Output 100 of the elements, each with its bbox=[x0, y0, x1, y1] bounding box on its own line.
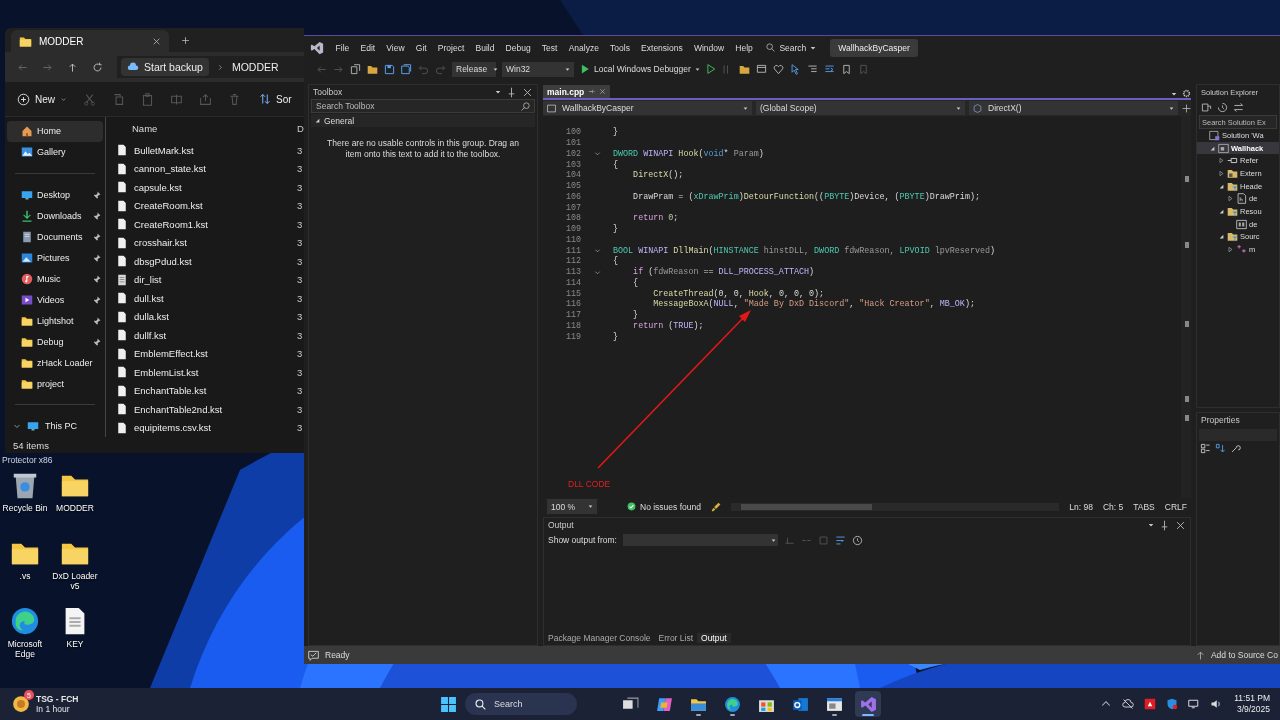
desktop-icon[interactable]: MODDER bbox=[50, 470, 100, 538]
backup-button[interactable]: Start backup bbox=[121, 58, 209, 76]
search-field[interactable]: Search Toolbox bbox=[311, 99, 535, 113]
panel-tab[interactable]: Output bbox=[697, 633, 731, 643]
menu-item[interactable]: File bbox=[330, 39, 355, 56]
file-name[interactable]: capsule.kst bbox=[134, 181, 291, 193]
brush-icon[interactable] bbox=[710, 501, 721, 512]
sun-icon[interactable] bbox=[12, 695, 30, 713]
platform-dropdown[interactable]: Win32 bbox=[502, 61, 574, 77]
configuration-dropdown[interactable]: Release bbox=[452, 61, 496, 77]
scope-dropdown[interactable]: DirectX() bbox=[969, 101, 1178, 115]
horizontal-scrollbar[interactable] bbox=[730, 502, 1060, 511]
indent-indicator[interactable]: TABS bbox=[1133, 501, 1155, 512]
column-indicator[interactable]: Ch: 5 bbox=[1102, 501, 1124, 512]
taskbar-app[interactable] bbox=[855, 691, 881, 717]
clock-icon[interactable] bbox=[852, 534, 863, 546]
wrench-icon[interactable] bbox=[1230, 443, 1241, 454]
menu-item[interactable]: Window bbox=[688, 39, 730, 56]
sidebar-item[interactable]: Lightshot bbox=[7, 310, 103, 332]
menu-item[interactable]: Help bbox=[729, 39, 759, 56]
bookmark-icon[interactable] bbox=[840, 63, 852, 75]
sidebar-item[interactable]: project bbox=[7, 373, 103, 395]
close-icon[interactable] bbox=[522, 86, 533, 98]
fold-icon[interactable] bbox=[593, 150, 601, 158]
file-name[interactable]: dullf.kst bbox=[134, 329, 291, 341]
shield-icon[interactable] bbox=[1166, 698, 1178, 710]
refresh-icon[interactable] bbox=[92, 61, 103, 73]
file-name[interactable]: crosshair.kst bbox=[134, 237, 291, 249]
expanded-icon[interactable] bbox=[1218, 234, 1224, 240]
scope-dropdown[interactable]: WallhackByCasper bbox=[543, 101, 752, 115]
file-name[interactable]: BulletMark.kst bbox=[134, 144, 291, 156]
menu-item[interactable]: Git bbox=[410, 39, 433, 56]
sort-button[interactable]: Sor bbox=[259, 93, 292, 105]
caret-icon[interactable] bbox=[1148, 522, 1154, 528]
network-icon[interactable] bbox=[1188, 698, 1200, 710]
collapsed-icon[interactable] bbox=[1227, 247, 1233, 253]
sidebar-item[interactable]: Desktop bbox=[7, 184, 103, 206]
open-folder-icon[interactable] bbox=[367, 63, 378, 75]
line-indicator[interactable]: Ln: 98 bbox=[1069, 501, 1093, 512]
split-icon[interactable] bbox=[1182, 103, 1191, 113]
history-icon[interactable] bbox=[1217, 101, 1228, 113]
up-icon[interactable] bbox=[67, 61, 78, 73]
menu-item[interactable]: Project bbox=[432, 39, 470, 56]
file-name[interactable]: dir_list bbox=[134, 274, 291, 286]
sidebar-item[interactable]: Debug bbox=[7, 331, 103, 353]
amd-icon[interactable] bbox=[1144, 698, 1156, 710]
file-name[interactable]: EmblemEffect.kst bbox=[134, 348, 291, 360]
zoom-dropdown[interactable]: 100 % bbox=[547, 499, 597, 514]
file-name[interactable]: EmblemList.kst bbox=[134, 366, 291, 378]
start-icon[interactable] bbox=[440, 695, 457, 713]
menu-item[interactable]: Tools bbox=[604, 39, 636, 56]
lines-icon[interactable] bbox=[806, 63, 818, 75]
sidebar-item[interactable]: Music bbox=[7, 268, 103, 290]
sort-az-icon[interactable] bbox=[1215, 443, 1226, 454]
indent-icon[interactable] bbox=[823, 63, 835, 75]
desktop-icon[interactable]: Microsoft Edge bbox=[0, 606, 50, 674]
editor-tab[interactable]: main.cpp bbox=[543, 85, 611, 98]
issues-indicator[interactable]: No issues found bbox=[627, 501, 701, 512]
sidebar-item[interactable]: Gallery bbox=[7, 141, 103, 163]
expanded-icon[interactable] bbox=[1209, 145, 1215, 151]
save-icon[interactable] bbox=[384, 63, 395, 75]
scope-dropdown[interactable]: (Global Scope) bbox=[756, 101, 965, 115]
file-name[interactable]: EnchantTable2nd.kst bbox=[134, 403, 291, 415]
sidebar-item[interactable]: This PC bbox=[7, 416, 103, 437]
gear-icon[interactable] bbox=[1182, 89, 1191, 98]
plus-icon[interactable] bbox=[181, 35, 190, 45]
collapsed-icon[interactable] bbox=[1227, 196, 1233, 202]
caret-icon[interactable] bbox=[495, 89, 501, 95]
file-name[interactable]: dbsgPdud.kst bbox=[134, 255, 291, 267]
sync-icon[interactable] bbox=[1233, 101, 1244, 113]
scrollbar[interactable] bbox=[1181, 116, 1191, 498]
fold-icon[interactable] bbox=[593, 268, 601, 276]
save-all-icon[interactable] bbox=[401, 63, 412, 75]
desktop-icon[interactable]: Recycle Bin bbox=[0, 470, 50, 538]
desktop-icon[interactable]: DxD Loader v5 bbox=[50, 538, 100, 606]
line-ending-indicator[interactable]: CRLF bbox=[1164, 501, 1187, 512]
wrap-icon[interactable] bbox=[835, 534, 846, 546]
close-icon[interactable] bbox=[152, 36, 161, 46]
file-name[interactable]: equipitems.csv.kst bbox=[134, 422, 291, 434]
address-bar[interactable]: Start backup MODDER bbox=[117, 56, 304, 78]
file-name[interactable]: dull.kst bbox=[134, 292, 291, 304]
file-name[interactable]: dulla.kst bbox=[134, 311, 291, 323]
close-icon[interactable] bbox=[1175, 519, 1186, 531]
file-name[interactable]: cannon_state.kst bbox=[134, 163, 291, 175]
play-outline-icon[interactable] bbox=[705, 64, 716, 74]
window-icon[interactable] bbox=[755, 63, 767, 75]
clock[interactable]: 11:51 PM 3/9/2025 bbox=[1234, 693, 1270, 715]
file-name[interactable]: CreateRoom1.kst bbox=[134, 218, 291, 230]
column-header[interactable]: D bbox=[297, 123, 304, 135]
menu-item[interactable]: View bbox=[380, 39, 411, 56]
fold-icon[interactable] bbox=[593, 247, 601, 255]
panel-tab[interactable]: Package Manager Console bbox=[544, 633, 655, 643]
pin-icon[interactable] bbox=[1159, 519, 1170, 531]
menu-item[interactable]: Extensions bbox=[635, 39, 689, 56]
desktop-icon[interactable]: .vs bbox=[0, 538, 50, 606]
panel-tab[interactable]: Error List bbox=[654, 633, 698, 643]
folder-icon[interactable] bbox=[738, 63, 750, 75]
volume-icon[interactable] bbox=[1210, 698, 1222, 710]
expanded-icon[interactable] bbox=[1218, 208, 1224, 214]
widget-title[interactable]: TSG - FCH bbox=[36, 694, 79, 704]
